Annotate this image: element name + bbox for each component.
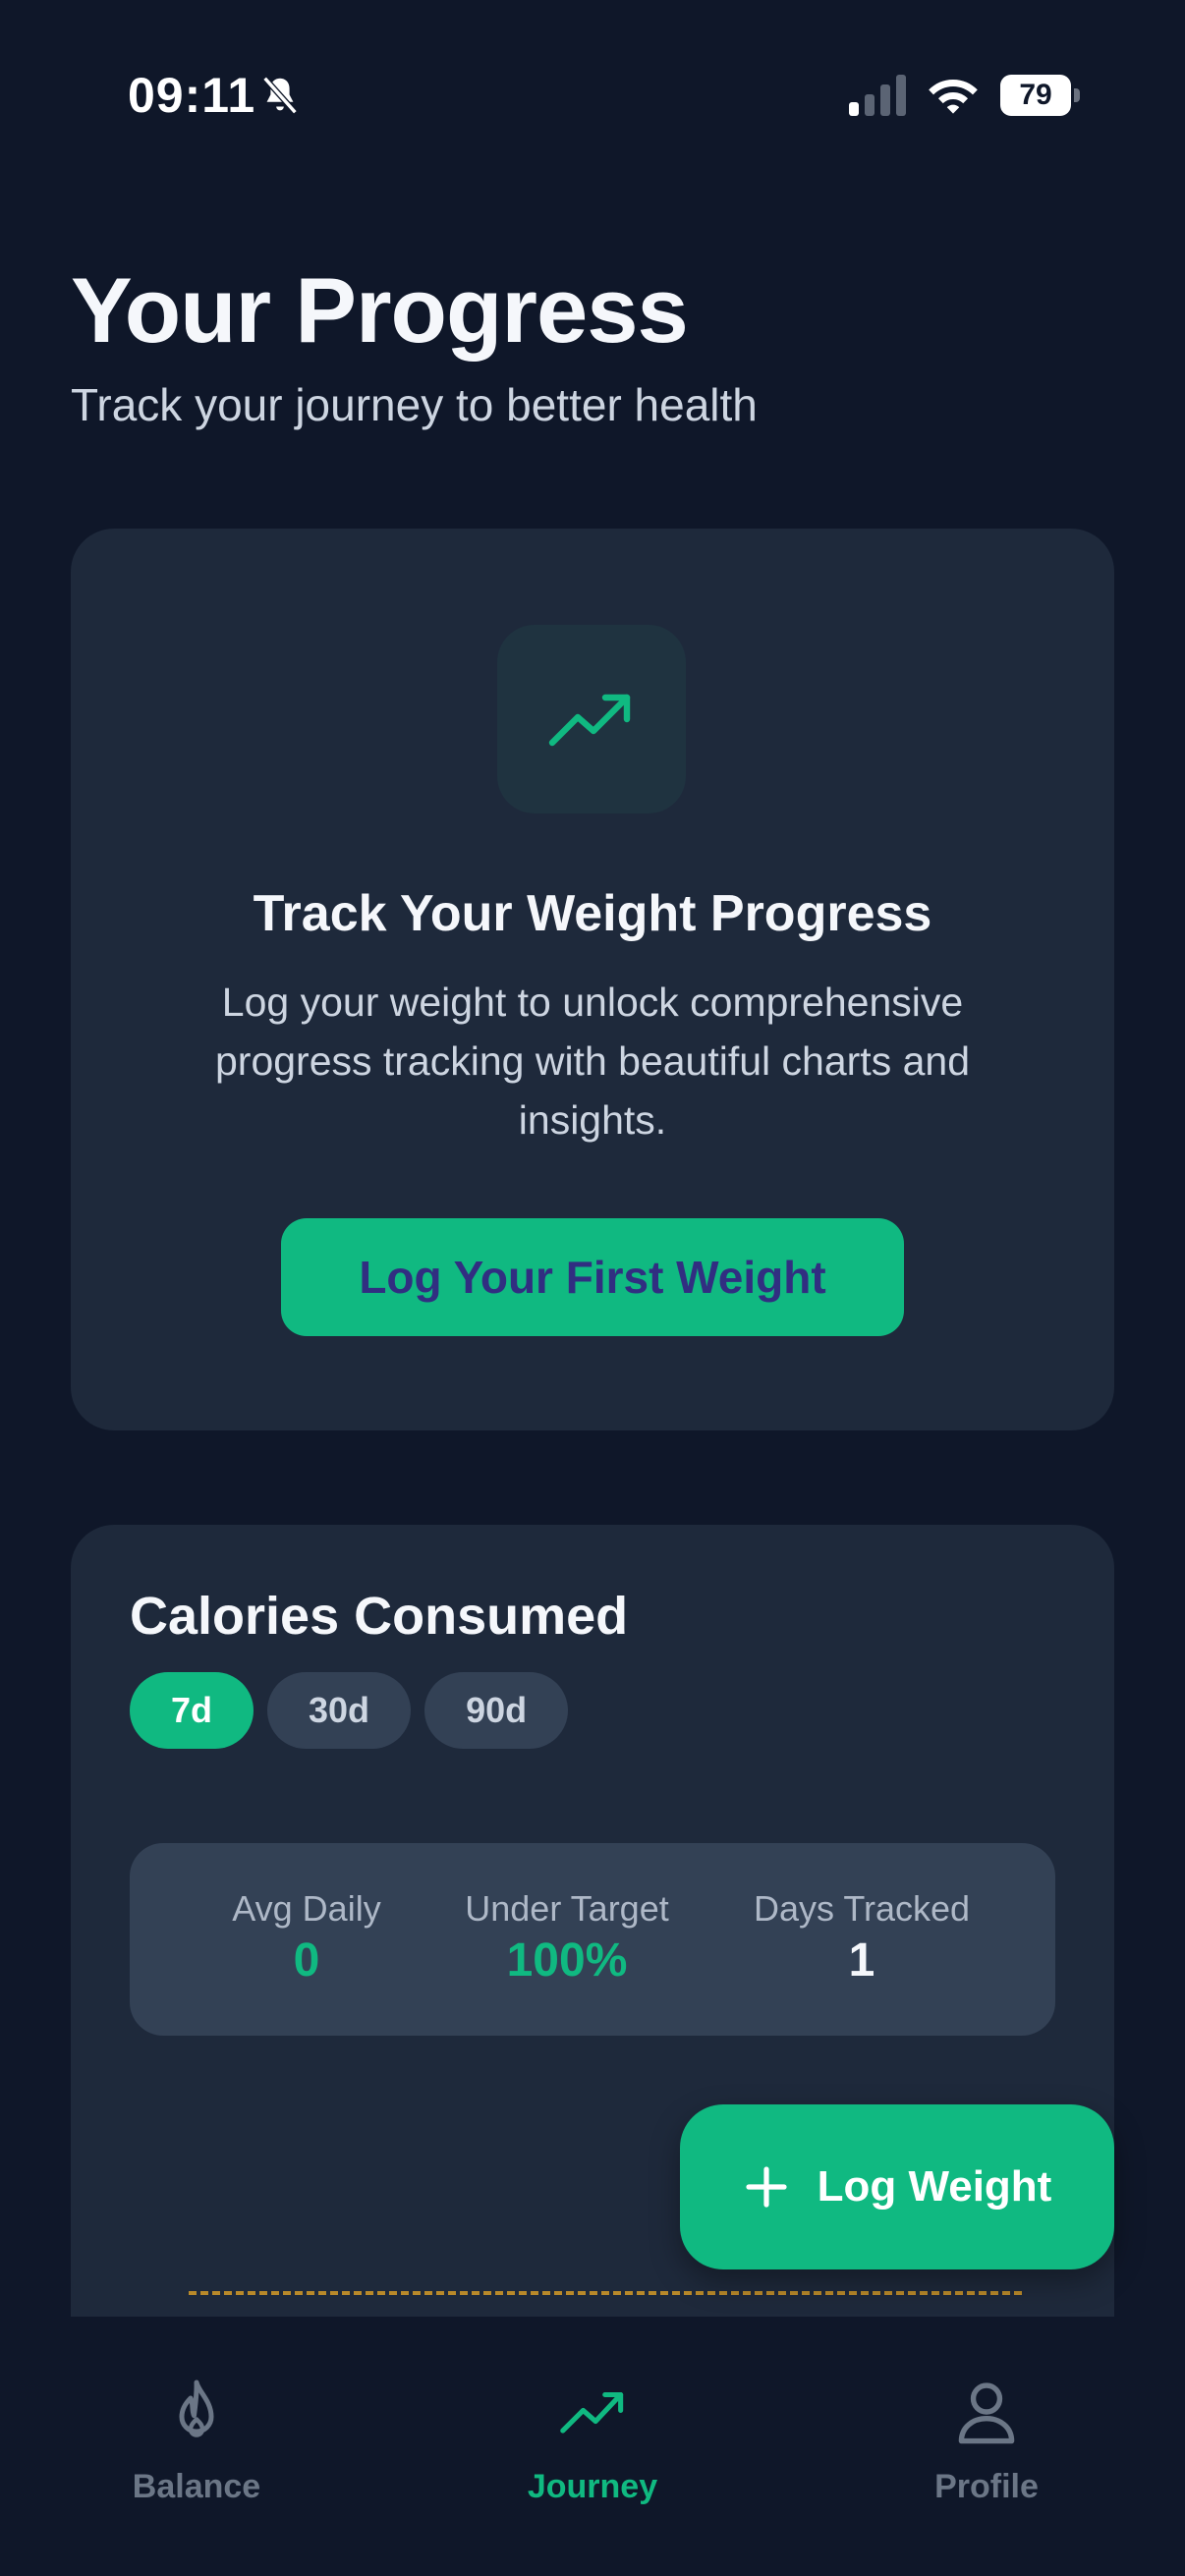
trending-up-icon — [560, 2391, 624, 2434]
stat-avg-daily: Avg Daily 0 — [189, 1888, 424, 1988]
wifi-icon — [929, 80, 978, 114]
nav-label-journey: Journey — [527, 2468, 658, 2505]
page-subtitle: Track your journey to better health — [71, 379, 758, 430]
stat-label: Under Target — [465, 1888, 669, 1929]
status-bar: 09:11 79 — [0, 0, 1185, 196]
stat-label: Days Tracked — [753, 1888, 971, 1929]
progress-screen: 09:11 79 Your Progress Track your journe… — [0, 0, 1185, 2576]
trend-tile — [497, 625, 686, 813]
nav-item-journey[interactable]: Journey — [475, 2378, 710, 2506]
battery-icon: 79 — [1000, 75, 1080, 116]
nav-label-balance: Balance — [132, 2468, 261, 2505]
user-icon — [958, 2382, 1015, 2444]
stat-value: 0 — [293, 1934, 320, 1987]
trending-up-icon — [548, 694, 631, 747]
bottom-nav: Balance Journey Profile — [0, 2317, 1185, 2576]
fab-label: Log Weight — [817, 2162, 1052, 2211]
signal-icon — [849, 75, 906, 116]
log-weight-fab[interactable]: Log Weight — [680, 2104, 1114, 2269]
range-tab-30d[interactable]: 30d — [267, 1672, 412, 1749]
battery-cap — [1074, 88, 1080, 102]
nav-label-profile: Profile — [934, 2468, 1039, 2505]
weight-progress-card: Track Your Weight Progress Log your weig… — [71, 529, 1114, 1430]
page-title: Your Progress — [71, 258, 689, 362]
range-tab-7d[interactable]: 7d — [130, 1672, 254, 1749]
bell-muted-icon — [262, 76, 298, 115]
stat-value: 1 — [848, 1934, 875, 1987]
nav-item-profile[interactable]: Profile — [869, 2378, 1104, 2506]
range-tab-90d[interactable]: 90d — [424, 1672, 569, 1749]
calories-title: Calories Consumed — [130, 1587, 629, 1646]
status-time: 09:11 — [128, 68, 256, 123]
stat-under-target: Under Target 100% — [434, 1888, 700, 1988]
stat-label: Avg Daily — [232, 1888, 381, 1929]
battery-level: 79 — [1000, 75, 1071, 116]
stat-value: 100% — [506, 1934, 628, 1987]
calorie-stats-panel: Avg Daily 0 Under Target 100% Days Track… — [130, 1843, 1055, 2036]
plus-icon — [746, 2166, 787, 2208]
weight-card-description: Log your weight to unlock comprehensive … — [214, 980, 970, 1143]
calorie-target-line — [189, 2291, 1022, 2295]
flame-icon — [179, 2380, 214, 2437]
log-first-weight-button[interactable]: Log Your First Weight — [281, 1218, 904, 1336]
nav-item-balance[interactable]: Balance — [79, 2378, 314, 2506]
stat-days-tracked: Days Tracked 1 — [729, 1888, 994, 1988]
weight-card-title: Track Your Weight Progress — [253, 885, 932, 942]
range-tabs: 7d 30d 90d — [130, 1672, 569, 1749]
